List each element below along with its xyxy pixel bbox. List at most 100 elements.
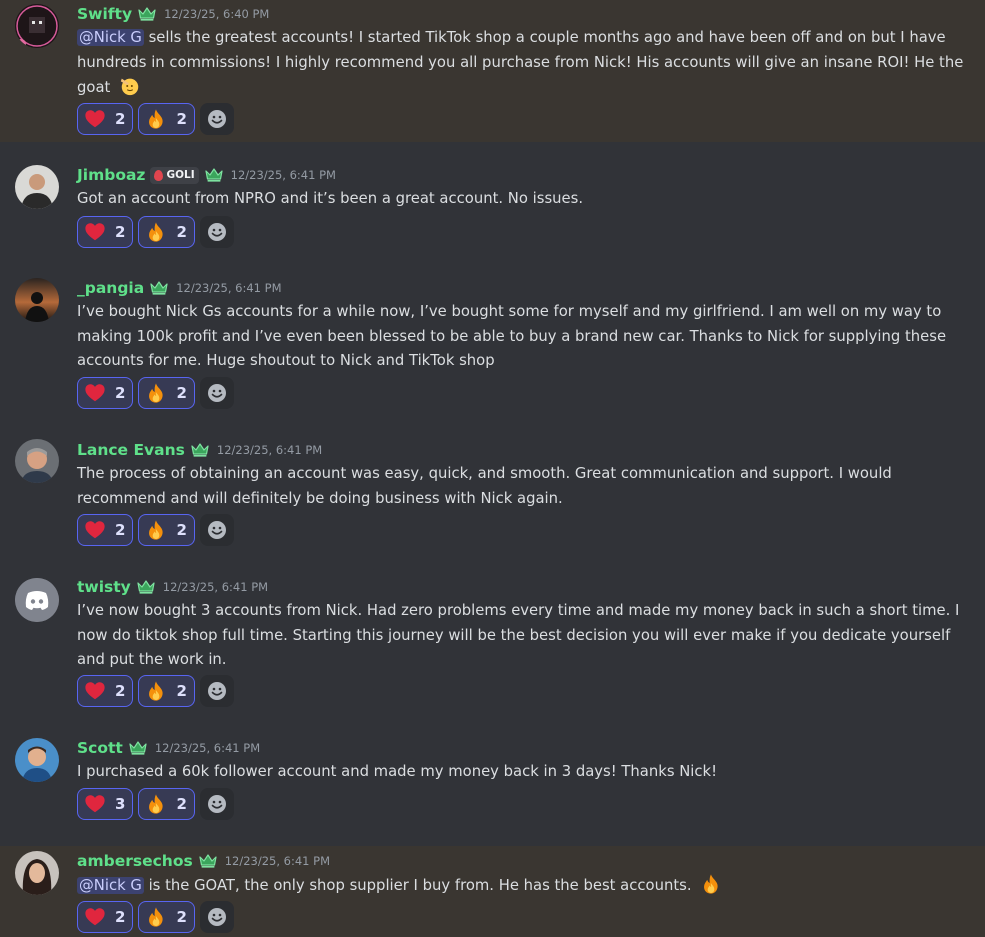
reaction-heart[interactable]: 2 bbox=[77, 377, 134, 409]
reaction-count: 3 bbox=[115, 795, 126, 813]
message-text: is the GOAT, the only shop supplier I bu… bbox=[143, 877, 692, 894]
heart-icon bbox=[84, 793, 106, 815]
add-reaction-button[interactable] bbox=[199, 788, 234, 820]
username[interactable]: Scott bbox=[77, 739, 123, 757]
username[interactable]: twisty bbox=[77, 578, 131, 596]
message[interactable]: Scott 12/23/25, 6:41 PM I purchased a 60… bbox=[0, 734, 985, 834]
message-content: I purchased a 60k follower account and m… bbox=[77, 760, 972, 785]
username[interactable]: Swifty bbox=[77, 5, 132, 23]
avatar[interactable] bbox=[15, 738, 59, 782]
timestamp: 12/23/25, 6:41 PM bbox=[216, 443, 323, 457]
username[interactable]: Jimboaz bbox=[77, 166, 145, 184]
heart-icon bbox=[84, 382, 106, 404]
avatar[interactable] bbox=[15, 278, 59, 322]
smile-icon bbox=[207, 109, 227, 129]
reaction-fire[interactable]: 2 bbox=[138, 216, 195, 248]
add-reaction-button[interactable] bbox=[199, 675, 234, 707]
avatar[interactable] bbox=[15, 851, 59, 895]
avatar[interactable] bbox=[15, 4, 59, 48]
reaction-count: 2 bbox=[176, 521, 187, 539]
discord-icon bbox=[15, 578, 59, 622]
crown-icon bbox=[199, 854, 217, 868]
reaction-heart[interactable]: 2 bbox=[77, 103, 134, 135]
message[interactable]: Jimboaz GOLI 12/23/25, 6:41 PM Got an ac… bbox=[0, 160, 985, 260]
reaction-heart[interactable]: 3 bbox=[77, 788, 134, 820]
reaction-count: 2 bbox=[115, 682, 126, 700]
guild-tag[interactable]: GOLI bbox=[150, 166, 199, 184]
add-reaction-button[interactable] bbox=[199, 216, 234, 248]
add-reaction-button[interactable] bbox=[199, 514, 234, 546]
reaction-count: 2 bbox=[176, 682, 187, 700]
reaction-count: 2 bbox=[115, 521, 126, 539]
add-reaction-button[interactable] bbox=[199, 901, 234, 933]
reaction-count: 2 bbox=[176, 908, 187, 926]
reaction-count: 2 bbox=[115, 110, 126, 128]
avatar[interactable] bbox=[15, 439, 59, 483]
fire-icon bbox=[145, 382, 167, 404]
message-content: The process of obtaining an account was … bbox=[77, 462, 972, 511]
reaction-fire[interactable]: 2 bbox=[138, 788, 195, 820]
fire-icon bbox=[145, 680, 167, 702]
timestamp: 12/23/25, 6:41 PM bbox=[176, 281, 282, 295]
crown-icon bbox=[138, 7, 156, 21]
message-text: I’ve bought Nick Gs accounts for a while… bbox=[77, 303, 947, 369]
reaction-fire[interactable]: 2 bbox=[138, 103, 195, 135]
reaction-fire[interactable]: 2 bbox=[138, 514, 195, 546]
crown-icon bbox=[150, 281, 168, 295]
message-content: @Nick G is the GOAT, the only shop suppl… bbox=[77, 873, 972, 899]
heart-icon bbox=[84, 108, 106, 130]
reaction-count: 2 bbox=[176, 223, 187, 241]
message-text: I purchased a 60k follower account and m… bbox=[77, 763, 718, 780]
crown-icon bbox=[191, 443, 209, 457]
smile-icon bbox=[207, 222, 227, 242]
reaction-heart[interactable]: 2 bbox=[77, 216, 134, 248]
fire-icon bbox=[145, 793, 167, 815]
heart-icon bbox=[84, 680, 106, 702]
message[interactable]: _pangia 12/23/25, 6:41 PM I’ve bought Ni… bbox=[0, 273, 985, 423]
smile-icon bbox=[207, 520, 227, 540]
message-text: The process of obtaining an account was … bbox=[77, 465, 892, 507]
message-content: I’ve now bought 3 accounts from Nick. Ha… bbox=[77, 599, 972, 673]
avatar[interactable] bbox=[15, 578, 59, 622]
fire-icon bbox=[145, 221, 167, 243]
avatar[interactable] bbox=[15, 165, 59, 209]
fire-icon bbox=[700, 873, 722, 895]
crown-icon bbox=[129, 741, 147, 755]
reaction-heart[interactable]: 2 bbox=[77, 514, 134, 546]
message-content: I’ve bought Nick Gs accounts for a while… bbox=[77, 300, 972, 374]
reaction-count: 2 bbox=[115, 908, 126, 926]
smile-icon bbox=[207, 907, 227, 927]
timestamp: 12/23/25, 6:41 PM bbox=[224, 854, 330, 868]
fire-icon bbox=[145, 906, 167, 928]
message-text: sells the greatest accounts! I started T… bbox=[77, 29, 964, 96]
heart-icon bbox=[84, 221, 106, 243]
reaction-fire[interactable]: 2 bbox=[138, 675, 195, 707]
smile-icon bbox=[207, 794, 227, 814]
message-content: Got an account from NPRO and it’s been a… bbox=[77, 187, 972, 212]
message-text: Got an account from NPRO and it’s been a… bbox=[77, 190, 584, 207]
saluting-face-icon bbox=[120, 78, 139, 96]
message[interactable]: ambersechos 12/23/25, 6:41 PM @Nick G is… bbox=[0, 846, 985, 937]
crown-icon bbox=[137, 580, 155, 594]
reaction-fire[interactable]: 2 bbox=[138, 377, 195, 409]
fire-icon bbox=[145, 108, 167, 130]
message[interactable]: twisty 12/23/25, 6:41 PM I’ve now bought… bbox=[0, 573, 985, 723]
user-mention[interactable]: @Nick G bbox=[77, 29, 144, 46]
username[interactable]: _pangia bbox=[77, 279, 144, 297]
message[interactable]: Lance Evans 12/23/25, 6:41 PM The proces… bbox=[0, 435, 985, 560]
reaction-fire[interactable]: 2 bbox=[138, 901, 195, 933]
user-mention[interactable]: @Nick G bbox=[77, 877, 144, 894]
reaction-heart[interactable]: 2 bbox=[77, 901, 134, 933]
add-reaction-button[interactable] bbox=[199, 377, 234, 409]
reaction-count: 2 bbox=[176, 795, 187, 813]
username[interactable]: Lance Evans bbox=[77, 441, 185, 459]
reaction-count: 2 bbox=[176, 384, 187, 402]
add-reaction-button[interactable] bbox=[199, 103, 234, 135]
heart-icon bbox=[84, 519, 106, 541]
message-text: I’ve now bought 3 accounts from Nick. Ha… bbox=[77, 602, 960, 668]
username[interactable]: ambersechos bbox=[77, 852, 193, 870]
message[interactable]: Swifty 12/23/25, 6:40 PM @Nick G sells t… bbox=[0, 0, 985, 142]
message-content: @Nick G sells the greatest accounts! I s… bbox=[77, 26, 972, 101]
reaction-heart[interactable]: 2 bbox=[77, 675, 134, 707]
reaction-count: 2 bbox=[115, 223, 126, 241]
